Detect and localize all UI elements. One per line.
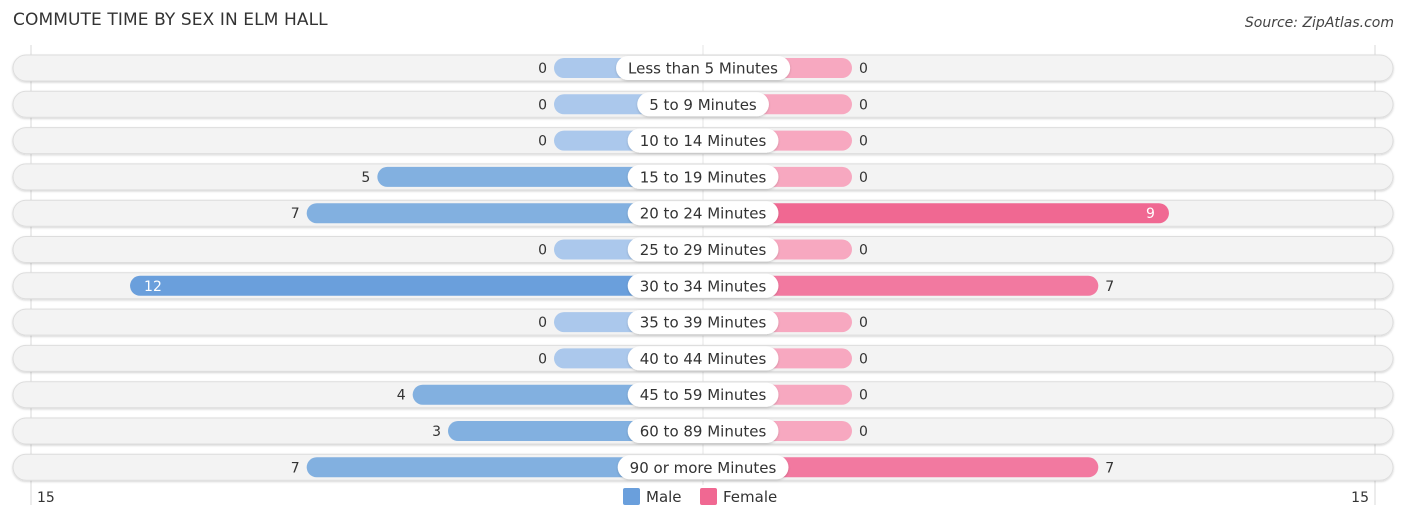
male-value-label: 0 bbox=[538, 61, 547, 77]
male-value-label: 0 bbox=[538, 351, 547, 367]
legend-label-male: Male bbox=[646, 488, 682, 506]
chart-row: 25 to 29 Minutes 0 0 bbox=[12, 236, 1394, 263]
male-value-label: 4 bbox=[397, 388, 406, 404]
chart: Less than 5 Minutes0 05 to 9 Minutes0 010 … bbox=[12, 45, 1394, 506]
male-value-label: 5 bbox=[361, 170, 370, 186]
chart-row: 90 or more Minutes 7 7 bbox=[12, 453, 1394, 481]
category-label: 90 or more Minutes bbox=[630, 459, 777, 477]
chart-row: 30 to 34 Minutes 12 7 bbox=[12, 272, 1394, 300]
legend-swatch-female bbox=[700, 488, 717, 505]
female-value-label: 0 bbox=[859, 170, 868, 186]
male-bar bbox=[130, 275, 704, 296]
category-label: 20 to 24 Minutes bbox=[640, 205, 767, 223]
male-value-label: 12 bbox=[144, 279, 162, 295]
male-value-label: 0 bbox=[538, 134, 547, 150]
category-label: 60 to 89 Minutes bbox=[640, 423, 767, 441]
category-label: 40 to 44 Minutes bbox=[640, 350, 767, 368]
female-value-label: 0 bbox=[859, 243, 868, 259]
legend-swatch-male bbox=[623, 488, 640, 505]
category-label: 5 to 9 Minutes bbox=[649, 96, 757, 114]
male-value-label: 0 bbox=[538, 315, 547, 331]
female-value-label: 0 bbox=[859, 315, 868, 331]
female-value-label: 7 bbox=[1105, 279, 1114, 295]
female-value-label: 0 bbox=[859, 134, 868, 150]
female-value-label: 0 bbox=[859, 351, 868, 367]
category-label: Less than 5 Minutes bbox=[628, 60, 778, 78]
category-label: 30 to 34 Minutes bbox=[640, 277, 767, 295]
chart-row: 5 to 9 Minutes 0 0 bbox=[12, 90, 1394, 118]
male-value-label: 3 bbox=[432, 424, 441, 440]
chart-row: 15 to 19 Minutes 5 0 bbox=[12, 163, 1394, 191]
female-value-label: 0 bbox=[859, 424, 868, 440]
category-label: 10 to 14 Minutes bbox=[640, 132, 767, 150]
female-value-label: 0 bbox=[859, 388, 868, 404]
chart-row: 45 to 59 Minutes 4 0 bbox=[12, 381, 1394, 409]
female-value-label: 0 bbox=[859, 61, 868, 77]
category-label: 35 to 39 Minutes bbox=[640, 314, 767, 332]
legend: Male Female bbox=[623, 488, 777, 506]
female-value-label: 0 bbox=[859, 97, 868, 113]
axis-label-right: 15 bbox=[1351, 490, 1369, 506]
legend-label-female: Female bbox=[723, 488, 777, 506]
chart-row: 40 to 44 Minutes 0 0 bbox=[12, 344, 1394, 372]
chart-row: Less than 5 Minutes 0 0 bbox=[12, 54, 1394, 82]
male-value-label: 0 bbox=[538, 97, 547, 113]
male-value-label: 7 bbox=[291, 206, 300, 222]
chart-row: 10 to 14 Minutes 0 0 bbox=[12, 127, 1394, 155]
chart-row: 20 to 24 Minutes 7 9 bbox=[12, 199, 1394, 227]
chart-row: 35 to 39 Minutes 0 0 bbox=[12, 308, 1394, 336]
chart-row: 60 to 89 Minutes 3 0 bbox=[12, 417, 1394, 445]
category-label: 15 to 19 Minutes bbox=[640, 168, 767, 186]
category-label: 25 to 29 Minutes bbox=[640, 241, 767, 259]
male-value-label: 7 bbox=[291, 460, 300, 476]
male-value-label: 0 bbox=[538, 243, 547, 259]
category-label: 45 to 59 Minutes bbox=[640, 386, 767, 404]
female-value-label: 9 bbox=[1146, 206, 1155, 222]
female-value-label: 7 bbox=[1105, 460, 1114, 476]
axis-label-left: 15 bbox=[37, 490, 55, 506]
